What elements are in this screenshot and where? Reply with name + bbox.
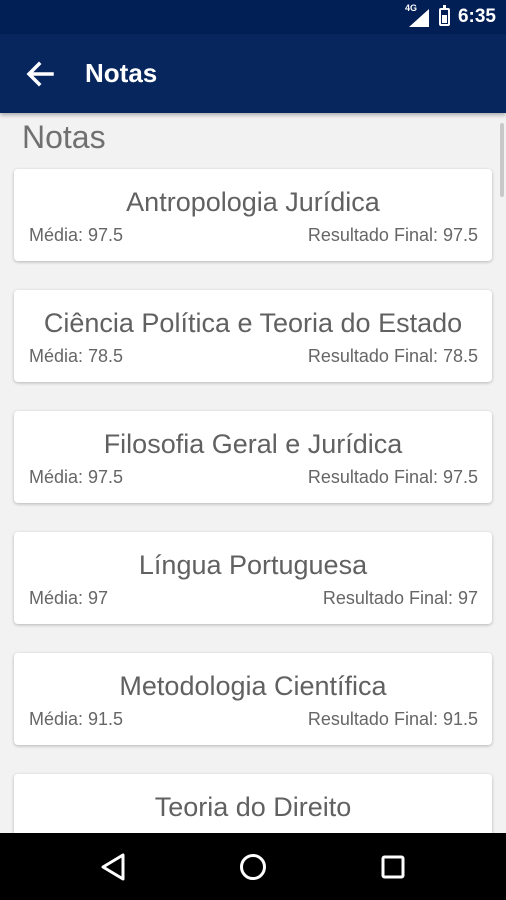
network-type: 4G <box>404 3 417 13</box>
grade-card[interactable]: Metodologia Científica Média: 91.5 Resul… <box>14 653 492 745</box>
grade-card[interactable]: Ciência Política e Teoria do Estado Médi… <box>14 290 492 382</box>
subject-name: Teoria do Direito <box>154 792 352 822</box>
app-title: Notas <box>85 58 158 88</box>
final-result: Resultado Final: 78.5 <box>307 346 478 366</box>
average-grade: Média: 91.5 <box>29 709 124 729</box>
recents-square-icon[interactable] <box>375 849 411 885</box>
status-bar: 4G 6:35 <box>0 0 506 34</box>
app-bar: Notas <box>0 34 506 113</box>
home-circle-icon[interactable] <box>235 849 271 885</box>
final-result: Resultado Final: 91.5 <box>307 709 478 729</box>
grade-card[interactable]: Língua Portuguesa Média: 97 Resultado Fi… <box>14 532 492 624</box>
final-result: Resultado Final: 97.5 <box>307 467 478 487</box>
subject-name: Antropologia Jurídica <box>126 187 380 217</box>
battery-icon <box>438 5 450 26</box>
status-time: 6:35 <box>457 6 496 27</box>
signal-icon: 4G <box>405 3 431 27</box>
average-grade: Média: 97.5 <box>29 225 124 245</box>
grade-card[interactable]: Teoria do Direito <box>14 774 492 833</box>
average-grade: Média: 78.5 <box>29 346 124 366</box>
back-arrow-icon[interactable] <box>22 58 58 90</box>
back-triangle-icon[interactable] <box>96 849 132 885</box>
grade-card[interactable]: Filosofia Geral e Jurídica Média: 97.5 R… <box>14 411 492 503</box>
section-title: Notas <box>22 119 106 155</box>
average-grade: Média: 97 <box>29 588 109 608</box>
system-nav-bar <box>0 833 506 900</box>
final-result: Resultado Final: 97.5 <box>307 225 478 245</box>
scrollbar-thumb[interactable] <box>500 123 504 197</box>
final-result: Resultado Final: 97 <box>322 588 478 608</box>
subject-name: Língua Portuguesa <box>138 550 368 580</box>
subject-name: Metodologia Científica <box>119 671 387 701</box>
grades-content[interactable]: Notas Antropologia Jurídica Média: 97.5 … <box>0 113 506 833</box>
subject-name: Ciência Política e Teoria do Estado <box>43 308 463 338</box>
subject-name: Filosofia Geral e Jurídica <box>103 429 403 459</box>
average-grade: Média: 97.5 <box>29 467 124 487</box>
grade-card[interactable]: Antropologia Jurídica Média: 97.5 Result… <box>14 169 492 261</box>
